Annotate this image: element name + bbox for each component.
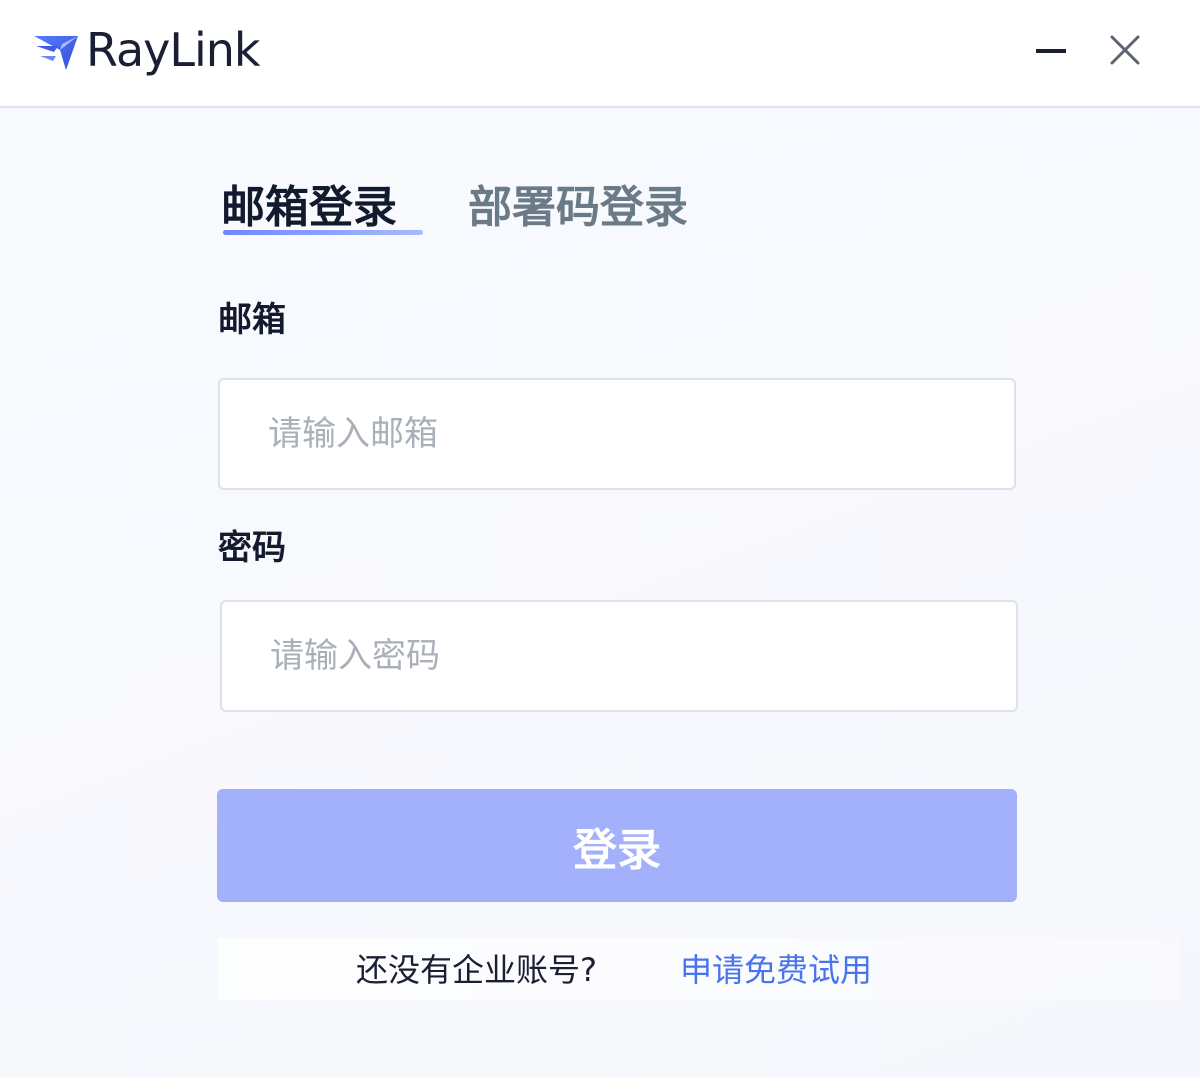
app-name: RayLink xyxy=(86,23,261,77)
raylink-arrow-icon xyxy=(34,36,78,70)
email-input-box[interactable] xyxy=(218,378,1016,490)
tab-deploy-code-login[interactable]: 部署码登录 xyxy=(468,178,688,238)
login-window: RayLink 邮箱登录 部署码登录 邮箱 密码 登录 还没有企业账号? 申请免 xyxy=(0,0,1200,1077)
close-button[interactable] xyxy=(1101,26,1149,74)
signup-prompt: 还没有企业账号? xyxy=(356,951,597,989)
tab-email-login[interactable]: 邮箱登录 xyxy=(221,178,397,238)
signup-row: 还没有企业账号? 申请免费试用 xyxy=(218,938,1180,1000)
login-panel: 邮箱登录 部署码登录 邮箱 密码 登录 还没有企业账号? 申请免费试用 xyxy=(0,110,1200,1077)
password-input-box[interactable] xyxy=(220,600,1018,712)
password-input[interactable] xyxy=(268,635,970,677)
login-button[interactable]: 登录 xyxy=(217,789,1017,902)
close-icon xyxy=(1110,35,1140,65)
free-trial-link[interactable]: 申请免费试用 xyxy=(680,946,872,994)
email-input[interactable] xyxy=(266,413,968,455)
active-tab-indicator xyxy=(223,230,423,235)
password-label: 密码 xyxy=(218,528,286,568)
app-logo: RayLink xyxy=(32,18,261,82)
title-bar[interactable]: RayLink xyxy=(0,0,1200,108)
email-label: 邮箱 xyxy=(218,300,286,340)
minimize-icon xyxy=(1036,49,1066,53)
minimize-button[interactable] xyxy=(1027,26,1075,74)
